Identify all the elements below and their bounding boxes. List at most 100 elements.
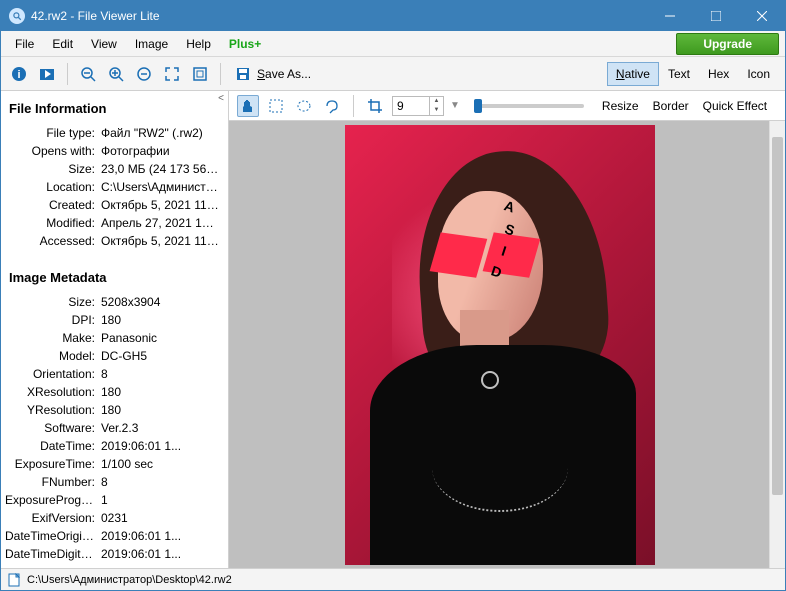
metadata-value: Ver.2.3 (101, 420, 220, 436)
metadata-row: Size:5208x3904 (5, 293, 220, 311)
maximize-button[interactable] (693, 1, 739, 31)
file-info-label: Accessed: (5, 233, 101, 249)
zoom-slider[interactable] (474, 104, 584, 108)
metadata-label: Model: (5, 348, 101, 364)
menu-image[interactable]: Image (127, 34, 176, 54)
status-path: C:\Users\Администратор\Desktop\42.rw2 (27, 574, 232, 586)
metadata-value: 2019:06:01 1... (101, 546, 220, 562)
spinner-up-icon[interactable]: ▲ (430, 97, 443, 106)
window-title: 42.rw2 - File Viewer Lite (31, 9, 647, 23)
metadata-row: Make:Panasonic (5, 329, 220, 347)
metadata-label: DateTime: (5, 438, 101, 454)
file-info-label: Opens with: (5, 143, 101, 159)
file-info-label: Location: (5, 179, 101, 195)
metadata-label: Software: (5, 420, 101, 436)
spinner-down-icon[interactable]: ▼ (430, 106, 443, 115)
pan-tool-icon[interactable] (237, 95, 259, 117)
metadata-label: XResolution: (5, 384, 101, 400)
metadata-label: DateTimeDigitized: (5, 546, 101, 562)
metadata-row: FNumber:8 (5, 473, 220, 491)
file-info-label: Size: (5, 161, 101, 177)
rect-select-icon[interactable] (265, 95, 287, 117)
file-info-row: Opens with:Фотографии (5, 142, 220, 160)
minimize-button[interactable] (647, 1, 693, 31)
menu-view[interactable]: View (83, 34, 125, 54)
metadata-row: ExifVersion:0231 (5, 509, 220, 527)
save-as-button[interactable]: Save As... (229, 64, 317, 84)
side-panel: < File Information File type:Файл "RW2" … (1, 91, 229, 568)
metadata-row: DateTimeOriginal:2019:06:01 1... (5, 527, 220, 545)
metadata-value: 5208x3904 (101, 294, 220, 310)
file-info-label: Modified: (5, 215, 101, 231)
file-info-row: Modified:Апрель 27, 2021 12:53 (5, 214, 220, 232)
menu-file[interactable]: File (7, 34, 42, 54)
view-mode-tabs: Native Text Hex Icon (607, 62, 779, 86)
app-icon (9, 8, 25, 24)
metadata-value: 8 (101, 366, 220, 382)
zoom-reset-icon[interactable] (132, 62, 156, 86)
file-info-heading: File Information (5, 95, 220, 124)
file-info-row: File type:Файл "RW2" (.rw2) (5, 124, 220, 142)
quick-effect-button[interactable]: Quick Effect (699, 97, 771, 115)
dropdown-icon[interactable]: ▼ (450, 100, 460, 111)
view-mode-icon[interactable]: Icon (738, 62, 779, 86)
metadata-row: YResolution:180 (5, 401, 220, 419)
metadata-label: FNumber: (5, 474, 101, 490)
zoom-out-icon[interactable] (76, 62, 100, 86)
crop-icon[interactable] (364, 95, 386, 117)
metadata-value: 180 (101, 402, 220, 418)
view-mode-native[interactable]: Native (607, 62, 659, 86)
lasso-select-icon[interactable] (321, 95, 343, 117)
view-mode-text[interactable]: Text (659, 62, 699, 86)
image-canvas-area[interactable]: A S I D (229, 121, 785, 568)
metadata-value: 1/100 sec (101, 456, 220, 472)
menu-help[interactable]: Help (178, 34, 219, 54)
title-bar: 42.rw2 - File Viewer Lite (1, 1, 785, 31)
zoom-in-icon[interactable] (104, 62, 128, 86)
metadata-row: Model:DC-GH5 (5, 347, 220, 365)
metadata-value: 180 (101, 312, 220, 328)
collapse-panel-icon[interactable]: < (218, 93, 224, 104)
file-info-value: Октябрь 5, 2021 11:25 (101, 197, 220, 213)
close-button[interactable] (739, 1, 785, 31)
open-icon[interactable] (35, 62, 59, 86)
metadata-label: Size: (5, 294, 101, 310)
upgrade-button[interactable]: Upgrade (676, 33, 779, 55)
view-mode-hex[interactable]: Hex (699, 62, 738, 86)
file-info-row: Accessed:Октябрь 5, 2021 11:59 (5, 232, 220, 250)
border-button[interactable]: Border (649, 97, 693, 115)
image-preview: A S I D (345, 125, 655, 565)
file-icon (7, 573, 21, 587)
menu-plus[interactable]: Plus+ (221, 34, 269, 54)
file-info-value: Фотографии (101, 143, 220, 159)
save-as-label: Save As... (257, 67, 311, 81)
svg-text:i: i (17, 69, 20, 81)
vertical-scrollbar[interactable] (769, 121, 785, 568)
metadata-value: 8 (101, 474, 220, 490)
metadata-label: ExposureProgram: (5, 492, 101, 508)
metadata-value: 180 (101, 384, 220, 400)
menu-edit[interactable]: Edit (44, 34, 81, 54)
file-info-label: Created: (5, 197, 101, 213)
metadata-label: Make: (5, 330, 101, 346)
file-info-row: Location:C:\Users\Администра... (5, 178, 220, 196)
metadata-row: Orientation:8 (5, 365, 220, 383)
fullscreen-icon[interactable] (188, 62, 212, 86)
crop-value-spinner[interactable]: ▲▼ (392, 96, 444, 116)
metadata-label: YResolution: (5, 402, 101, 418)
metadata-row: ExposureTime:1/100 sec (5, 455, 220, 473)
fit-screen-icon[interactable] (160, 62, 184, 86)
metadata-row: DateTimeDigitized:2019:06:01 1... (5, 545, 220, 563)
metadata-value: 2019:06:01 1... (101, 528, 220, 544)
file-info-value: 23,0 МБ (24 173 568 b... (101, 161, 220, 177)
metadata-value: DC-GH5 (101, 348, 220, 364)
menu-bar: File Edit View Image Help Plus+ Upgrade (1, 31, 785, 57)
crop-value-input[interactable] (393, 99, 429, 113)
resize-button[interactable]: Resize (598, 97, 643, 115)
metadata-label: ExposureTime: (5, 456, 101, 472)
metadata-label: DateTimeOriginal: (5, 528, 101, 544)
ellipse-select-icon[interactable] (293, 95, 315, 117)
file-info-value: C:\Users\Администра... (101, 179, 220, 195)
metadata-label: ExifVersion: (5, 510, 101, 526)
info-icon[interactable]: i (7, 62, 31, 86)
